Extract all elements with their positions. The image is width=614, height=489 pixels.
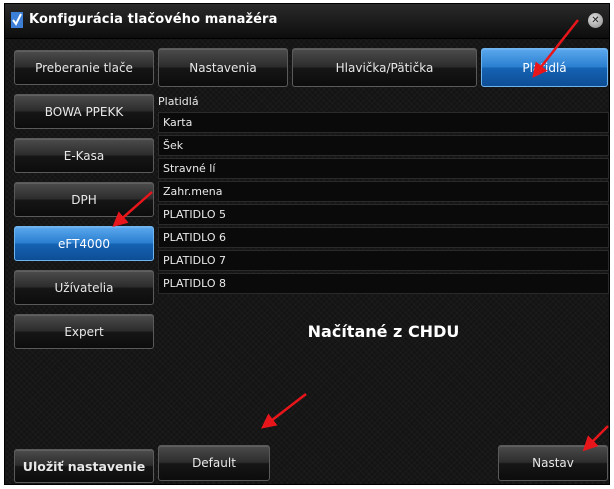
sidebar-item-eft4000[interactable]: eFT4000 <box>14 226 154 261</box>
sidebar-item-expert[interactable]: Expert <box>14 314 154 349</box>
title-bar: Konfigurácia tlačového manažéra ✕ <box>5 4 609 39</box>
tab-hlavicka-paticka[interactable]: Hlavička/Pätička <box>292 48 477 87</box>
list-header: Platidlá <box>158 95 199 108</box>
close-icon[interactable]: ✕ <box>588 13 603 28</box>
list-item[interactable]: PLATIDLO 7 <box>158 250 609 271</box>
window-title: Konfigurácia tlačového manažéra <box>29 12 278 27</box>
sidebar-item-uzivatelia[interactable]: Užívatelia <box>14 270 154 305</box>
sidebar-item-dph[interactable]: DPH <box>14 182 154 217</box>
status-text: Načítané z CHDU <box>307 322 460 341</box>
tab-platidla[interactable]: Platidlá <box>481 48 608 87</box>
save-settings-button[interactable]: Uložiť nastavenie <box>14 449 154 483</box>
tab-nastavenia[interactable]: Nastavenia <box>158 48 288 87</box>
list-item[interactable]: PLATIDLO 6 <box>158 227 609 248</box>
checkmark-app-icon <box>11 12 23 28</box>
nastav-button[interactable]: Nastav <box>498 445 608 481</box>
sidebar-item-e-kasa[interactable]: E-Kasa <box>14 138 154 173</box>
list-item[interactable]: Karta <box>158 112 609 133</box>
list-item[interactable]: Stravné lí <box>158 158 609 179</box>
list-item[interactable]: Zahr.mena <box>158 181 609 202</box>
sidebar-item-bowa-ppekk[interactable]: BOWA PPEKK <box>14 94 154 129</box>
default-button[interactable]: Default <box>158 445 270 481</box>
list-item[interactable]: PLATIDLO 8 <box>158 273 609 294</box>
config-window: Konfigurácia tlačového manažéra ✕ Preber… <box>4 3 610 485</box>
list-item[interactable]: Šek <box>158 135 609 156</box>
list-item[interactable]: PLATIDLO 5 <box>158 204 609 225</box>
sidebar-item-preberanie-tlace[interactable]: Preberanie tlače <box>14 50 154 85</box>
